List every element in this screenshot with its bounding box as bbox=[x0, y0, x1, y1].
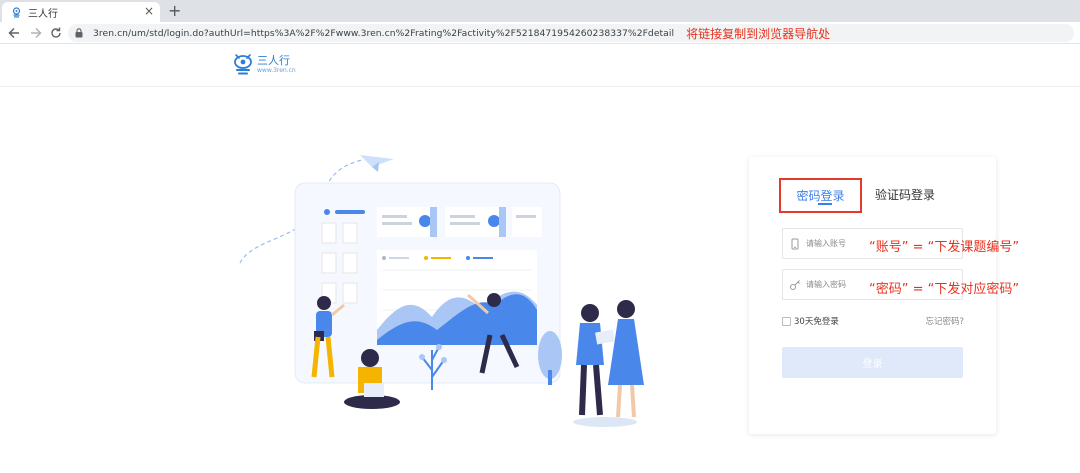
new-tab-icon[interactable]: + bbox=[168, 1, 181, 21]
password-hint-annotation: “密码” = “下发对应密码” bbox=[869, 282, 1020, 297]
standing-pair-illustration bbox=[573, 300, 644, 427]
phone-icon bbox=[789, 238, 801, 250]
browser-tab[interactable]: 三人行 × bbox=[2, 2, 160, 22]
logo-owl-icon bbox=[234, 54, 252, 75]
lock-icon bbox=[75, 28, 83, 38]
account-hint-annotation: “账号” = “下发课题编号” bbox=[869, 240, 1020, 255]
forgot-password-link[interactable]: 忘记密码? bbox=[925, 315, 964, 327]
site-logo[interactable]: 三人行 www.3ren.cn bbox=[233, 52, 296, 76]
logo-domain: www.3ren.cn bbox=[257, 66, 296, 74]
site-header: 三人行 www.3ren.cn bbox=[0, 45, 1080, 87]
login-button[interactable]: 登录 bbox=[782, 347, 963, 378]
url-text: 3ren.cn/um/std/login.do?authUrl=https%3A… bbox=[93, 27, 675, 39]
tab-code-login[interactable]: 验证码登录 bbox=[875, 186, 935, 203]
key-icon bbox=[789, 279, 801, 291]
logo-name: 三人行 bbox=[257, 53, 290, 67]
browser-tab-title: 三人行 bbox=[28, 8, 58, 20]
remember-checkbox[interactable] bbox=[782, 316, 791, 326]
browser-toolbar: 3ren.cn/um/std/login.do?authUrl=https%3A… bbox=[0, 22, 1080, 44]
remember-me[interactable]: 30天免登录 bbox=[782, 315, 839, 327]
active-tab-indicator bbox=[818, 203, 832, 205]
address-bar[interactable]: 3ren.cn/um/std/login.do?authUrl=https%3A… bbox=[68, 24, 1074, 42]
browser-tab-strip: 三人行 × + bbox=[0, 0, 1080, 22]
url-annotation: 将链接复制到浏览器导航处 bbox=[686, 26, 831, 41]
tab-password-login-label: 密码登录 bbox=[796, 189, 845, 203]
close-tab-icon[interactable]: × bbox=[144, 4, 154, 18]
remember-label: 30天免登录 bbox=[794, 317, 839, 327]
site-favicon-icon bbox=[11, 6, 22, 18]
login-illustration bbox=[239, 155, 562, 409]
tab-password-login[interactable]: 密码登录 bbox=[779, 178, 862, 213]
